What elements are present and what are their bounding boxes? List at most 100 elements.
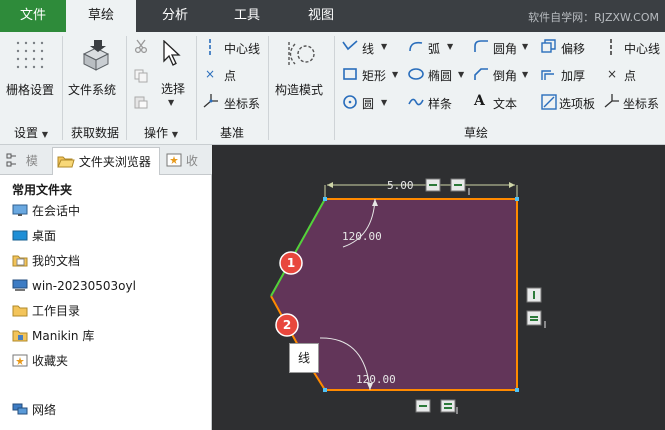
desktop-icon xyxy=(12,230,28,241)
point-icon: × xyxy=(205,67,216,81)
copy-icon[interactable] xyxy=(134,69,148,83)
watermark-text: 软件自学网：RJZXW.COM xyxy=(528,11,659,24)
tab-folder-browser[interactable]: 文件夹浏览器 xyxy=(52,147,160,175)
chevron-down-icon: ▼ xyxy=(381,42,388,51)
sketch-offset-label: 偏移 xyxy=(561,42,586,56)
vertical-constraint-icon[interactable] xyxy=(526,287,546,328)
coordinate-system-icon xyxy=(203,94,218,108)
sketch-arc-label: 弧 xyxy=(428,42,441,56)
text-icon: A xyxy=(474,93,485,109)
folder-browser-icon xyxy=(57,156,75,168)
line-icon xyxy=(342,40,358,51)
folder-manikin-library[interactable]: Manikin 库 xyxy=(12,326,94,346)
chevron-down-icon: ▼ xyxy=(447,42,454,51)
grid-settings-label: 栅格设置 xyxy=(6,83,55,97)
documents-icon xyxy=(12,255,28,267)
centerline-icon xyxy=(209,39,211,55)
group-datum-label: 基准 xyxy=(220,126,245,140)
arc-icon xyxy=(409,41,423,52)
sketch-chamfer-label: 倒角 xyxy=(493,69,518,83)
folder-my-documents[interactable]: 我的文档 xyxy=(12,251,80,271)
tab-sketch[interactable]: 草绘 xyxy=(66,0,136,32)
folder-computer[interactable]: win-20230503oyl xyxy=(12,276,136,296)
datum-coordsys-label: 坐标系 xyxy=(224,97,261,111)
svg-text:1: 1 xyxy=(287,256,295,270)
sketch-rectangle-label: 矩形 xyxy=(362,69,387,83)
sketch-circle-label: 圆 xyxy=(362,97,375,111)
tab-tools[interactable]: 工具 xyxy=(214,0,280,32)
left-panel: 模 文件夹浏览器 收 常用文件夹 在会话中 桌面 我的文档 win-202305… xyxy=(0,145,212,430)
tab-file[interactable]: 文件 xyxy=(0,0,66,32)
cut-icon[interactable] xyxy=(134,39,148,53)
chevron-down-icon: ▼ xyxy=(522,42,529,51)
rectangle-icon xyxy=(343,68,357,80)
tab-view[interactable]: 视图 xyxy=(288,0,354,32)
thicken-icon xyxy=(541,70,554,80)
tab-model-tree[interactable]: 模 xyxy=(6,147,48,175)
select-label: 选择 xyxy=(161,82,186,96)
step-marker-2: 2 xyxy=(275,313,299,337)
sketch-centerline-label: 中心线 xyxy=(624,42,661,56)
angle-bottom-value: 120.00 xyxy=(356,373,396,386)
equal-constraint-icon[interactable] xyxy=(415,399,458,414)
folder-favorites[interactable]: 收藏夹 xyxy=(12,351,68,371)
point-icon: × xyxy=(607,67,618,81)
folder-desktop[interactable]: 桌面 xyxy=(12,226,56,246)
ellipse-icon xyxy=(408,68,424,80)
folder-network[interactable]: 网络 xyxy=(12,400,56,420)
dimension-top-value: 5.00 xyxy=(387,179,414,192)
circle-icon xyxy=(343,95,357,109)
chevron-down-icon: ▼ xyxy=(522,70,529,79)
coordinate-system-icon xyxy=(604,94,619,108)
construction-mode-label: 构造模式 xyxy=(275,83,324,97)
palette-icon xyxy=(541,94,557,110)
sketch-ellipse-label: 椭圆 xyxy=(428,69,453,83)
sketch-thicken-label: 加厚 xyxy=(561,69,586,83)
sketch-line-label: 线 xyxy=(362,42,375,56)
chevron-down-icon: ▼ xyxy=(458,70,465,79)
star-folder-icon xyxy=(12,354,28,367)
centerline-icon xyxy=(610,39,612,55)
sketch-fillet-label: 圆角 xyxy=(493,42,518,56)
arrow-cursor-icon xyxy=(163,40,181,66)
chevron-down-icon: ▼ xyxy=(168,98,175,107)
fillet-icon xyxy=(474,40,488,52)
favorites-icon xyxy=(166,153,182,167)
sketch-point-label: 点 xyxy=(624,69,637,83)
chevron-down-icon: ▼ xyxy=(392,70,399,79)
group-get-data-label: 获取数据 xyxy=(71,126,120,140)
angle-top-value: 120.00 xyxy=(342,230,382,243)
construction-mode-icon xyxy=(288,42,315,66)
model-tree-icon xyxy=(6,153,16,167)
group-setup-label[interactable]: 设置 ▼ xyxy=(14,124,48,141)
folder-icon xyxy=(12,305,28,317)
sketch-coordsys-label: 坐标系 xyxy=(623,97,660,111)
dimension-top[interactable]: 5.00 xyxy=(324,179,518,197)
sketch-text-label: 文本 xyxy=(493,97,518,111)
datum-point-label: 点 xyxy=(224,69,237,83)
sketch-drawing: 5.00 120.00 120.00 1 2 xyxy=(270,178,546,414)
group-sketch-label: 草绘 xyxy=(464,126,489,140)
tab-favorites[interactable]: 收 xyxy=(166,147,210,175)
network-icon xyxy=(12,403,28,415)
group-operations-label[interactable]: 操作 ▼ xyxy=(144,124,178,141)
computer-icon xyxy=(12,279,28,291)
folder-in-session[interactable]: 在会话中 xyxy=(12,201,80,221)
file-system-label: 文件系统 xyxy=(68,83,117,97)
grid-icon xyxy=(16,41,44,69)
step-marker-1: 1 xyxy=(279,251,303,275)
ribbon: 栅格设置 设置 ▼ 文件系统 获取数据 选择 ▼ 操作 ▼ 中心线 × 点 坐标… xyxy=(0,32,665,145)
datum-centerline-label: 中心线 xyxy=(224,42,261,56)
folder-working-directory[interactable]: 工作目录 xyxy=(12,301,80,321)
spline-icon xyxy=(408,98,424,106)
file-system-icon xyxy=(82,40,110,71)
offset-icon xyxy=(541,39,556,53)
chamfer-icon xyxy=(474,68,488,80)
svg-text:2: 2 xyxy=(283,318,291,332)
monitor-icon xyxy=(12,204,28,216)
tab-analysis[interactable]: 分析 xyxy=(142,0,208,32)
library-icon xyxy=(12,330,28,342)
sketch-canvas[interactable]: 5.00 120.00 120.00 1 2 xyxy=(213,145,665,430)
horizontal-constraint-icon[interactable] xyxy=(425,178,470,195)
paste-icon[interactable] xyxy=(134,95,148,109)
